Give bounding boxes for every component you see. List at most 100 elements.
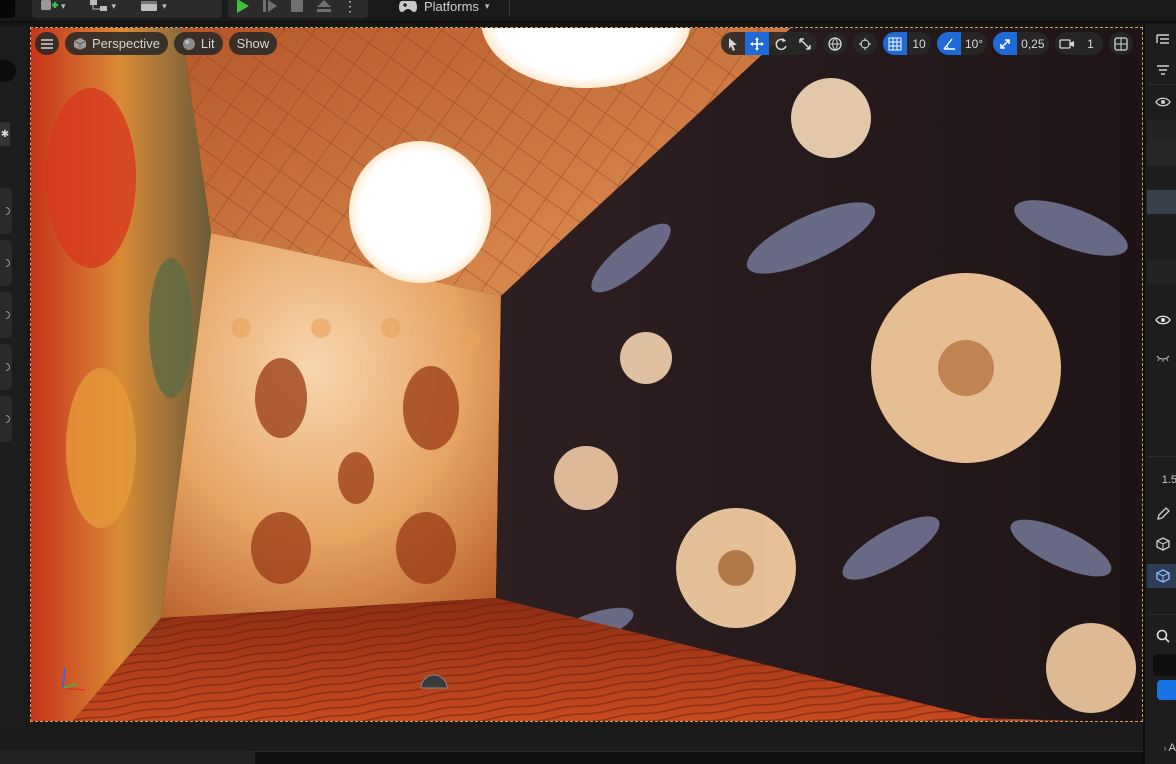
scale-snap-toggle[interactable]	[993, 32, 1018, 55]
lit-sphere-icon	[182, 37, 195, 50]
blueprint-icon	[89, 0, 107, 11]
search-icon	[1156, 629, 1170, 643]
mesh-box-icon	[1155, 569, 1170, 583]
perspective-button[interactable]: Perspective	[65, 32, 168, 55]
camera-speed-value[interactable]: 1	[1079, 32, 1103, 55]
chevron-down-icon: ▾	[111, 0, 117, 11]
details-primary-button[interactable]	[1157, 680, 1176, 700]
collapse-icon	[6, 207, 10, 215]
world-globe-icon	[828, 36, 842, 51]
side-tab-button[interactable]	[0, 344, 12, 390]
transform-tools	[721, 32, 817, 55]
eye-closed-icon	[1156, 355, 1169, 362]
select-mode-button[interactable]	[721, 32, 745, 55]
details-collapsed-section[interactable]: › A	[1147, 736, 1176, 760]
show-button[interactable]: Show	[228, 32, 278, 55]
chevron-down-icon: ▾	[61, 0, 66, 11]
scale-snap-icon	[1000, 38, 1010, 49]
content-drawer-tab[interactable]	[0, 751, 255, 764]
play-options-button[interactable]: ⋮	[338, 0, 362, 18]
search-button[interactable]	[1147, 624, 1176, 648]
camera-speed-control: 1	[1054, 32, 1103, 55]
level-viewport[interactable]: Perspective Lit Show 10 10° 0,25 1	[30, 27, 1143, 722]
grid-snap-value[interactable]: 10	[907, 32, 931, 55]
static-mesh-button[interactable]	[1147, 532, 1176, 556]
favorites-button[interactable]: ✱	[0, 122, 10, 146]
play-controls-group: ⋮	[228, 0, 368, 18]
lit-mode-button[interactable]: Lit	[173, 32, 223, 55]
editor-window: ▾ ▾ ▾ ⋮ Platforms ▾ ✱ Perspective Lit Sh…	[0, 0, 1176, 764]
collapse-icon	[6, 259, 10, 267]
axis-gizmo-icon	[62, 667, 86, 691]
translate-icon	[750, 36, 764, 51]
panel-divider	[1147, 456, 1176, 457]
panel-divider	[1147, 84, 1176, 85]
value-field-text: 1.5	[1161, 474, 1176, 486]
rotate-mode-button[interactable]	[769, 32, 793, 55]
angle-icon	[943, 38, 955, 50]
mode-toggle[interactable]	[0, 60, 16, 82]
outliner-row-selected[interactable]	[1147, 190, 1176, 214]
side-tab-button[interactable]	[0, 240, 12, 286]
outliner-icon	[1155, 34, 1169, 44]
surface-snap-button[interactable]	[853, 32, 877, 55]
hidden-toggle[interactable]	[1147, 346, 1176, 370]
visibility-toggle[interactable]	[1147, 308, 1176, 332]
camera-icon	[1058, 38, 1074, 49]
side-tab-button[interactable]	[0, 396, 12, 442]
viewport-layout-button[interactable]	[1108, 32, 1133, 55]
collapse-icon	[6, 363, 10, 371]
coordinate-system-button[interactable]	[823, 32, 847, 55]
material-slot-button[interactable]	[1147, 564, 1176, 588]
side-tab-button[interactable]	[0, 188, 12, 234]
value-field[interactable]: 1.5	[1147, 468, 1176, 492]
mesh-box-icon	[1155, 537, 1170, 551]
section-letter: A	[1168, 742, 1176, 754]
rotation-snap-control: 10°	[937, 32, 988, 55]
filter-button[interactable]	[1147, 58, 1176, 82]
stop-icon	[291, 0, 303, 12]
play-icon	[237, 0, 249, 13]
grid-snap-toggle[interactable]	[883, 32, 907, 55]
layout-grid-icon	[1113, 36, 1128, 51]
rotation-snap-toggle[interactable]	[937, 32, 961, 55]
details-input-field[interactable]	[1153, 654, 1176, 676]
blueprint-button[interactable]: ▾	[83, 0, 122, 18]
cinematics-button[interactable]: ▾	[133, 0, 172, 18]
scale-snap-value[interactable]: 0,25	[1017, 32, 1048, 55]
chevron-down-icon: ▾	[484, 0, 490, 11]
play-button[interactable]	[228, 0, 256, 18]
cube-icon	[73, 37, 87, 50]
scale-snap-control: 0,25	[993, 32, 1049, 55]
collapse-icon	[6, 415, 10, 423]
side-tab-button[interactable]	[0, 292, 12, 338]
camera-speed-toggle[interactable]	[1055, 32, 1079, 55]
advance-frame-button[interactable]	[256, 0, 284, 18]
add-actor-button[interactable]: ▾	[32, 0, 71, 18]
outliner-row[interactable]	[1147, 260, 1176, 284]
edit-button[interactable]	[1147, 502, 1176, 526]
surface-snap-icon	[859, 37, 871, 50]
visibility-toggle[interactable]	[1147, 90, 1176, 114]
panel-divider	[1147, 614, 1176, 615]
platforms-menu[interactable]: Platforms ▾	[398, 0, 489, 18]
eject-icon	[317, 0, 331, 12]
filter-icon	[1156, 65, 1169, 75]
outliner-row[interactable]	[1147, 142, 1176, 166]
collapse-arrow-icon: ›	[1163, 743, 1167, 753]
platforms-label: Platforms	[424, 0, 479, 14]
eject-button[interactable]	[310, 0, 338, 18]
rotation-snap-value[interactable]: 10°	[961, 32, 987, 55]
stop-button[interactable]	[284, 0, 310, 18]
translate-mode-button[interactable]	[745, 32, 769, 55]
rotate-icon	[775, 37, 787, 50]
viewport-menu-button[interactable]	[35, 32, 59, 55]
outliner-row[interactable]	[1147, 120, 1176, 144]
viewport-toolbar-left: Perspective Lit Show	[35, 32, 278, 55]
grid-snap-control: 10	[883, 32, 931, 55]
show-label: Show	[236, 36, 270, 51]
create-tools-group: ▾ ▾ ▾	[32, 0, 222, 18]
hamburger-icon	[41, 38, 53, 49]
outliner-tab-button[interactable]	[1147, 28, 1176, 52]
scale-mode-button[interactable]	[793, 32, 817, 55]
